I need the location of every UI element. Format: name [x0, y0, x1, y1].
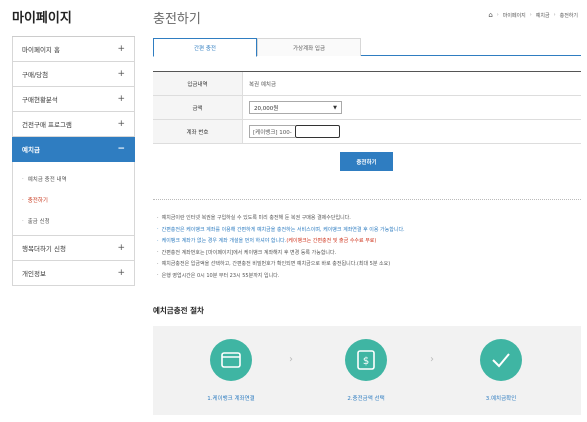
sidebar-item-label: 건전구매 프로그램 — [22, 121, 72, 129]
bullet-icon: · — [157, 214, 159, 221]
chevron-right-icon: › — [430, 354, 434, 365]
bullet-icon: · — [157, 272, 159, 279]
step-circle — [210, 339, 252, 381]
home-icon[interactable]: ⌂ — [488, 11, 492, 19]
chevron-right-icon: › — [496, 12, 499, 18]
check-icon — [492, 353, 510, 368]
step-label: 2.충전금액 선택 — [347, 396, 385, 402]
sidebar-item-label: 구매현황분석 — [22, 96, 58, 104]
chevron-right-icon: › — [553, 12, 556, 18]
expand-icon: + — [117, 243, 125, 253]
notice-list: · 예치금이란 인터넷 복권을 구입하실 수 있도록 미리 충전해 둔 복권 구… — [157, 212, 581, 281]
notice-item: · 간편충전은 케이뱅크 계좌를 이용해 간편하게 예치금을 충전하는 서비스이… — [157, 226, 405, 233]
chevron-right-icon: › — [529, 12, 532, 18]
charge-form: 입금내역 복권 예치금 금액 20,000원 ▼ 계좌 번호 [케이뱅크] 10… — [153, 71, 581, 144]
svg-text:$: $ — [363, 356, 369, 367]
sidebar-subitem-deposit-history[interactable]: · 예치금 충전 내역 — [13, 168, 134, 189]
sidebar-item-label: 구매/당첨 — [22, 71, 49, 79]
bullet-icon: · — [22, 217, 24, 224]
bullet-icon: · — [22, 196, 24, 203]
sidebar-subitem-label: 예치금 충전 내역 — [27, 176, 67, 183]
step-item: 3.예치금확인 — [461, 339, 541, 402]
form-row-amount: 금액 20,000원 ▼ — [153, 96, 581, 120]
collapse-icon: − — [117, 144, 125, 154]
sidebar-subitem-label: 출금 신청 — [27, 218, 50, 225]
card-icon — [221, 352, 241, 368]
sidebar: 마이페이지 홈 + 구매/당첨 + 구매현황분석 + 건전구매 프로그램 + 예… — [12, 36, 135, 286]
chevron-right-icon: › — [289, 354, 293, 365]
sidebar-item-purchase[interactable]: 구매/당첨 + — [12, 62, 135, 87]
sidebar-item-label: 마이페이지 홈 — [22, 46, 60, 54]
breadcrumb: ⌂ › 마이페이지 › 예치금 › 충전하기 — [488, 11, 578, 19]
form-label: 금액 — [153, 96, 243, 119]
notice-item: · 간편충전 계좌번호는 [마이페이지]에서 케이뱅크 계좌해지 후 변경 등록… — [157, 249, 337, 256]
form-label: 입금내역 — [153, 72, 243, 95]
page-title: 충전하기 — [153, 12, 201, 27]
steps-panel: 1.케이뱅크 계좌연결 › $ 2.충전금액 선택 › 3.예치금확인 — [153, 326, 581, 415]
form-row-deposit-type: 입금내역 복권 예치금 — [153, 72, 581, 96]
bullet-icon: · — [157, 237, 159, 244]
sidebar-subitem-charge[interactable]: · 충전하기 — [13, 189, 134, 210]
step-item: $ 2.충전금액 선택 — [326, 339, 406, 402]
breadcrumb-item[interactable]: 예치금 — [536, 12, 550, 19]
notice-item: · 케이뱅크 계좌가 없는 경우 계좌 개설을 먼저 하셔야 합니다. (케이뱅… — [157, 237, 377, 245]
expand-icon: + — [117, 119, 125, 129]
bullet-icon: · — [157, 226, 159, 233]
notice-item: · 예치금충전은 입금액을 선택하고, 간편충전 비밀번호가 확인되면 예치금으… — [157, 260, 391, 268]
form-label: 계좌 번호 — [153, 120, 243, 143]
notice-highlight: (케이뱅크는 간편충전 및 출금 수수료 무료) — [286, 238, 377, 245]
step-item: 1.케이뱅크 계좌연결 — [191, 339, 271, 402]
sidebar-item-mypage-home[interactable]: 마이페이지 홈 + — [12, 37, 135, 62]
expand-icon: + — [117, 94, 125, 104]
deposit-type-value: 복권 예치금 — [249, 81, 277, 88]
sidebar-subitem-label: 충전하기 — [27, 197, 48, 204]
account-prefix: [케이뱅크] 100- — [249, 125, 295, 138]
notice-item: · 은행 영업시간은 0시 10분 부터 23시 55분까지 입니다. — [157, 272, 280, 279]
expand-icon: + — [117, 44, 125, 54]
amount-select-value: 20,000원 — [254, 105, 279, 112]
charge-button[interactable]: 충전하기 — [340, 152, 393, 171]
sidebar-item-purchase-analysis[interactable]: 구매현황분석 + — [12, 87, 135, 112]
tab-virtual-account[interactable]: 가상계좌 입금 — [257, 38, 361, 56]
sidebar-title: 마이페이지 — [12, 11, 72, 26]
sidebar-item-healthy-purchase[interactable]: 건전구매 프로그램 + — [12, 112, 135, 137]
bullet-icon: · — [157, 260, 159, 267]
sidebar-subitem-withdraw[interactable]: · 출금 신청 — [13, 210, 134, 231]
sidebar-item-personal-info[interactable]: 개인정보 + — [12, 261, 135, 286]
bullet-icon: · — [22, 175, 24, 182]
sidebar-item-label: 행복더하기 신청 — [22, 245, 66, 253]
divider — [153, 199, 581, 200]
step-label: 3.예치금확인 — [485, 396, 517, 402]
tab-easy-charge[interactable]: 간편 충전 — [153, 38, 257, 57]
steps-title: 예치금충전 절차 — [153, 306, 204, 315]
breadcrumb-item[interactable]: 마이페이지 — [503, 12, 526, 19]
expand-icon: + — [117, 69, 125, 79]
form-row-account: 계좌 번호 [케이뱅크] 100- — [153, 120, 581, 144]
chevron-down-icon: ▼ — [333, 104, 337, 111]
sidebar-item-happiness[interactable]: 행복더하기 신청 + — [12, 236, 135, 261]
step-label: 1.케이뱅크 계좌연결 — [207, 396, 255, 402]
won-bill-icon: $ — [357, 350, 375, 370]
step-circle: $ — [345, 339, 387, 381]
sidebar-item-deposit[interactable]: 예치금 − — [12, 137, 135, 162]
breadcrumb-item: 충전하기 — [559, 12, 578, 19]
charge-tabs: 간편 충전 가상계좌 입금 — [153, 38, 581, 57]
sidebar-submenu: · 예치금 충전 내역 · 충전하기 · 출금 신청 — [12, 162, 135, 236]
step-circle — [480, 339, 522, 381]
account-number-input[interactable] — [294, 125, 340, 138]
notice-item: · 예치금이란 인터넷 복권을 구입하실 수 있도록 미리 충전해 둔 복권 구… — [157, 214, 351, 222]
amount-select[interactable]: 20,000원 ▼ — [249, 101, 342, 114]
bullet-icon: · — [157, 249, 159, 256]
sidebar-item-label: 개인정보 — [22, 270, 46, 278]
expand-icon: + — [117, 268, 125, 278]
sidebar-item-label: 예치금 — [22, 146, 40, 154]
